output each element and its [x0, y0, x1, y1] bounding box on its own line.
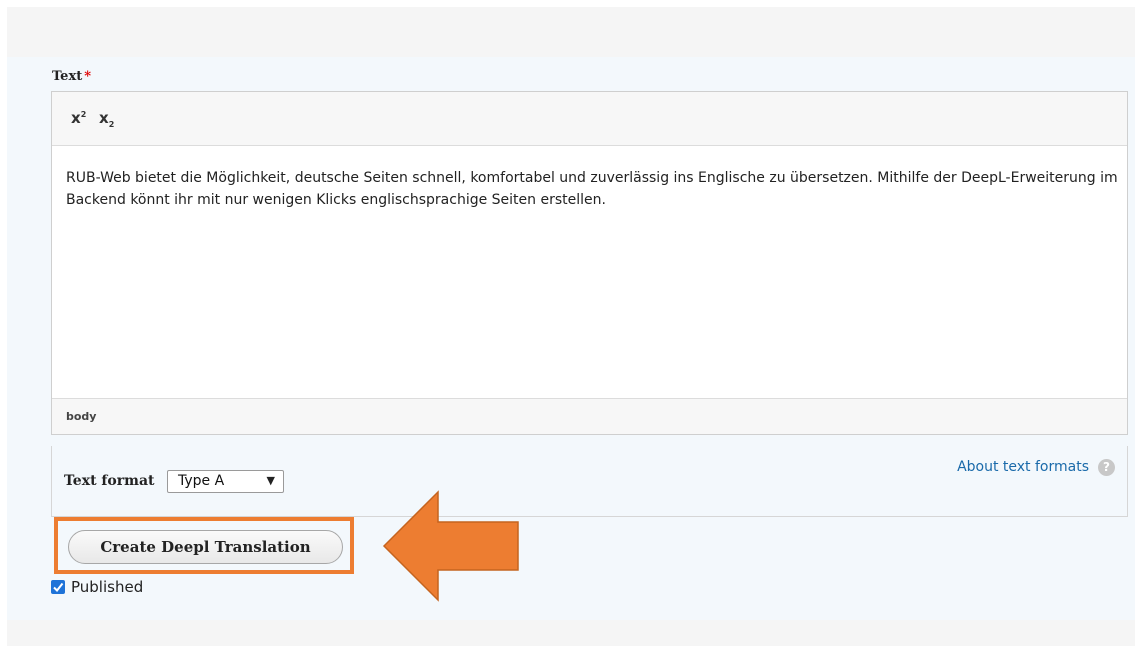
text-format-select[interactable]: Type A ▼	[167, 470, 284, 493]
superscript-button[interactable]: x2	[71, 109, 86, 127]
required-marker: *	[84, 69, 92, 84]
editor-status-bar: body	[52, 398, 1127, 434]
editor-content-area[interactable]: RUB-Web bietet die Möglichkeit, deutsche…	[66, 167, 1121, 211]
top-band	[7, 7, 1135, 57]
text-format-selected-value: Type A	[178, 473, 225, 489]
left-arrow-icon	[382, 490, 519, 602]
rich-text-editor: x2 x2 RUB-Web bietet die Möglichkeit, de…	[51, 91, 1128, 435]
superscript-x: x	[71, 109, 81, 127]
subscript-button[interactable]: x2	[99, 109, 114, 129]
text-field-label: Text *	[52, 69, 91, 84]
caret-down-icon: ▼	[266, 474, 275, 487]
checkmark-icon	[53, 582, 64, 593]
element-path[interactable]: body	[66, 410, 96, 423]
bottom-band	[7, 620, 1135, 646]
arrow-shape	[382, 490, 519, 602]
about-text-formats-link[interactable]: About text formats	[957, 459, 1089, 475]
published-label[interactable]: Published	[71, 578, 143, 596]
published-checkbox[interactable]	[51, 580, 65, 594]
subscript-x: x	[99, 109, 109, 127]
create-deepl-translation-button[interactable]: Create Deepl Translation	[68, 530, 343, 564]
page: Text * x2 x2 RUB-Web bietet die Möglichke…	[0, 0, 1135, 646]
text-field-label-text: Text	[52, 69, 83, 84]
text-format-label: Text format	[64, 473, 155, 489]
subscript-mark: 2	[108, 120, 115, 129]
editor-toolbar: x2 x2	[52, 92, 1127, 146]
superscript-mark: 2	[80, 110, 87, 119]
question-circle-icon[interactable]: ?	[1098, 459, 1115, 476]
text-format-wrapper: Text format Type A ▼ About text formats …	[51, 446, 1128, 517]
